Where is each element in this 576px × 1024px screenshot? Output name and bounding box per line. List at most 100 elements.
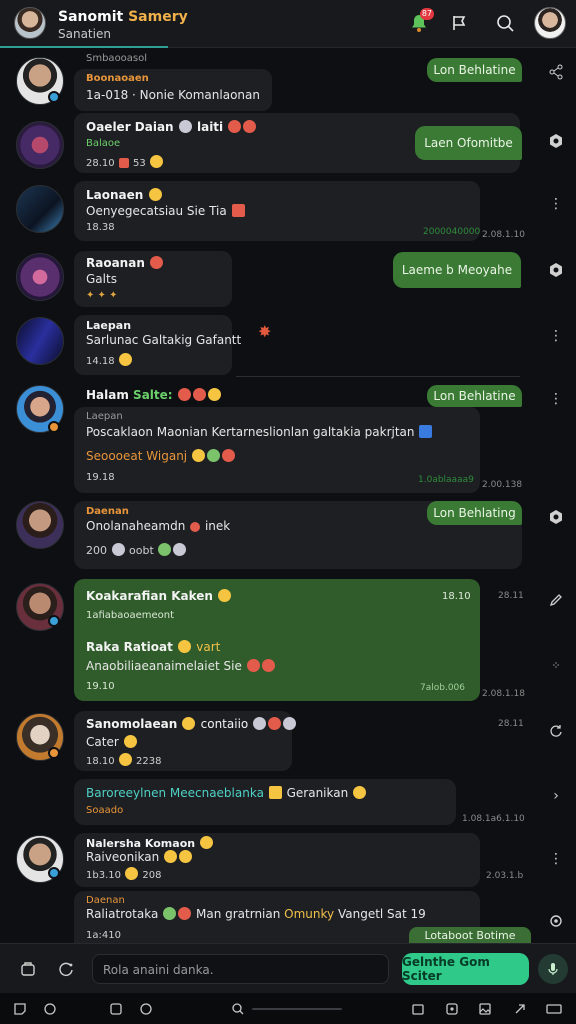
chevron-right-icon[interactable]: › (546, 786, 566, 806)
message-text-content: Anaobiliaeanaimelaiet Sie (86, 659, 242, 673)
message-input[interactable]: Rola anaini danka. (92, 954, 389, 984)
outgoing-message[interactable]: Lon Behlatine (427, 385, 522, 407)
tablet-icon[interactable] (108, 1001, 124, 1017)
emoji-icon (206, 449, 220, 462)
more-vertical-icon[interactable]: ⋮ (546, 389, 566, 409)
search-icon[interactable] (492, 10, 518, 36)
emoji-icon (150, 256, 164, 269)
voice-mic-icon[interactable] (538, 954, 568, 984)
flag-icon[interactable] (447, 10, 473, 36)
calendar-icon[interactable] (410, 1001, 426, 1017)
emoji-icon (173, 543, 187, 556)
my-profile-avatar[interactable] (534, 7, 566, 39)
keyboard-icon[interactable] (546, 1001, 562, 1017)
sender-status: Balaoe (86, 138, 121, 149)
sender-name: Laepan (86, 319, 132, 332)
outgoing-message[interactable]: Lon Behlatine (427, 58, 522, 82)
emoji-icon (253, 717, 267, 730)
refresh-icon[interactable] (546, 721, 566, 741)
emoji-icon (123, 735, 137, 748)
message-footer: 2000040000 (423, 227, 481, 237)
emoji-icon (221, 449, 235, 462)
status-badge (48, 747, 60, 759)
sender-name: Sanomolaean contaiio (86, 717, 297, 731)
settings-hex-icon[interactable] (546, 260, 566, 280)
sender-name: Boonaoaen (86, 73, 149, 84)
image-icon[interactable] (477, 1001, 493, 1017)
online-badge (48, 91, 60, 103)
sender-name-text: Sanomolaean (86, 717, 178, 731)
message-list[interactable]: Smbaooasol Boonaoaen 1a-018 · Nonie Koma… (0, 49, 576, 943)
message-text-part: Man gratrnian (195, 907, 281, 921)
sender-name: Daenan (86, 506, 129, 517)
avatar[interactable] (16, 317, 64, 365)
emoji-icon (246, 659, 260, 672)
message-text: 1a-018 · Nonie Komanlaonan (86, 88, 260, 102)
share-icon[interactable] (546, 62, 566, 82)
settings-hex-icon[interactable] (546, 131, 566, 151)
message-text-content: Onolanaheamdn (86, 519, 186, 533)
more-vertical-icon[interactable]: ⋮ (546, 194, 566, 214)
sender-name-text: Koakarafian Kaken (86, 589, 213, 603)
emoji-icon (191, 449, 205, 462)
outgoing-message[interactable]: Lon Behlating (427, 501, 522, 525)
reaction-count: 2238 (136, 756, 162, 767)
message-text-accent: inek (204, 519, 231, 533)
emoji-icon (231, 204, 245, 217)
sender-name-text: Raoanan (86, 256, 145, 270)
sender-name: Laonaen (86, 188, 163, 202)
emoji-icon (190, 522, 201, 532)
emoji-icon (178, 120, 192, 133)
emoji-picker-icon[interactable] (54, 957, 78, 981)
message-text: Oenyegecatsiau Sie Tia (86, 204, 246, 218)
timestamp: 2.08.1.18 (482, 689, 525, 699)
avatar[interactable] (16, 501, 64, 549)
sender-name: Daenan (86, 895, 125, 906)
active-tab-indicator (0, 46, 168, 48)
attachment-icon[interactable] (16, 957, 40, 981)
message-meta: 28.10 53 (86, 155, 164, 169)
emoji-icon (243, 120, 257, 133)
chat-bubble-icon[interactable] (42, 1001, 58, 1017)
message-icon[interactable] (138, 1001, 154, 1017)
more-vertical-icon[interactable]: ⋮ (546, 326, 566, 346)
search-icon[interactable] (230, 1001, 246, 1017)
status-badge (48, 421, 60, 433)
timestamp: 2.03.1.b (486, 871, 524, 881)
sticker-icon[interactable] (444, 1001, 460, 1017)
top-label: Smbaooasol (86, 53, 148, 64)
grid-dots-icon[interactable]: ⁘ (546, 655, 566, 675)
emoji-icon (268, 786, 282, 799)
link-text: Seoooeat Wiganj (86, 449, 188, 463)
chat-header: Sanomit Samery Sanatien 87 (0, 0, 576, 48)
edit-pencil-icon[interactable] (546, 590, 566, 610)
message-text: Galts (86, 272, 117, 286)
timestamp: 28.11 (498, 591, 524, 601)
message-time: 200 (86, 544, 107, 557)
message-link[interactable]: Seoooeat Wiganj (86, 449, 236, 463)
message-time: 1a:410 (86, 930, 121, 941)
system-taskbar (0, 993, 576, 1024)
outgoing-message[interactable]: Laeme b Meoyahe (393, 252, 521, 288)
message-time: 1b3.10 (86, 870, 121, 881)
more-vertical-icon[interactable]: ⋮ (546, 849, 566, 869)
message-meta: 18.10 2238 (86, 753, 161, 767)
notification-bell-icon[interactable]: 87 (406, 8, 434, 36)
app-square-icon[interactable] (12, 1001, 28, 1017)
outgoing-message[interactable]: Laen Ofomitbe (415, 126, 522, 160)
expand-icon[interactable] (512, 1001, 528, 1017)
timestamp: 1.08.1a6.1.10 (462, 814, 525, 824)
avatar[interactable] (16, 185, 64, 233)
settings-hex-icon[interactable] (546, 507, 566, 527)
outgoing-message[interactable]: Lotaboot Botime (409, 927, 531, 943)
emoji-icon (178, 907, 192, 920)
settings-gear-icon[interactable] (546, 911, 566, 931)
avatar[interactable] (16, 253, 64, 301)
emoji-icon (164, 850, 178, 863)
group-avatar[interactable] (14, 7, 46, 39)
message-text-content: Poscaklaon Maonian Kertarneslionlan galt… (86, 425, 415, 439)
home-indicator (252, 1008, 342, 1010)
timestamp: 2.08.1.10 (482, 230, 525, 240)
send-button[interactable]: Gelnthe Gom Sciter (402, 953, 529, 985)
avatar[interactable] (16, 121, 64, 169)
